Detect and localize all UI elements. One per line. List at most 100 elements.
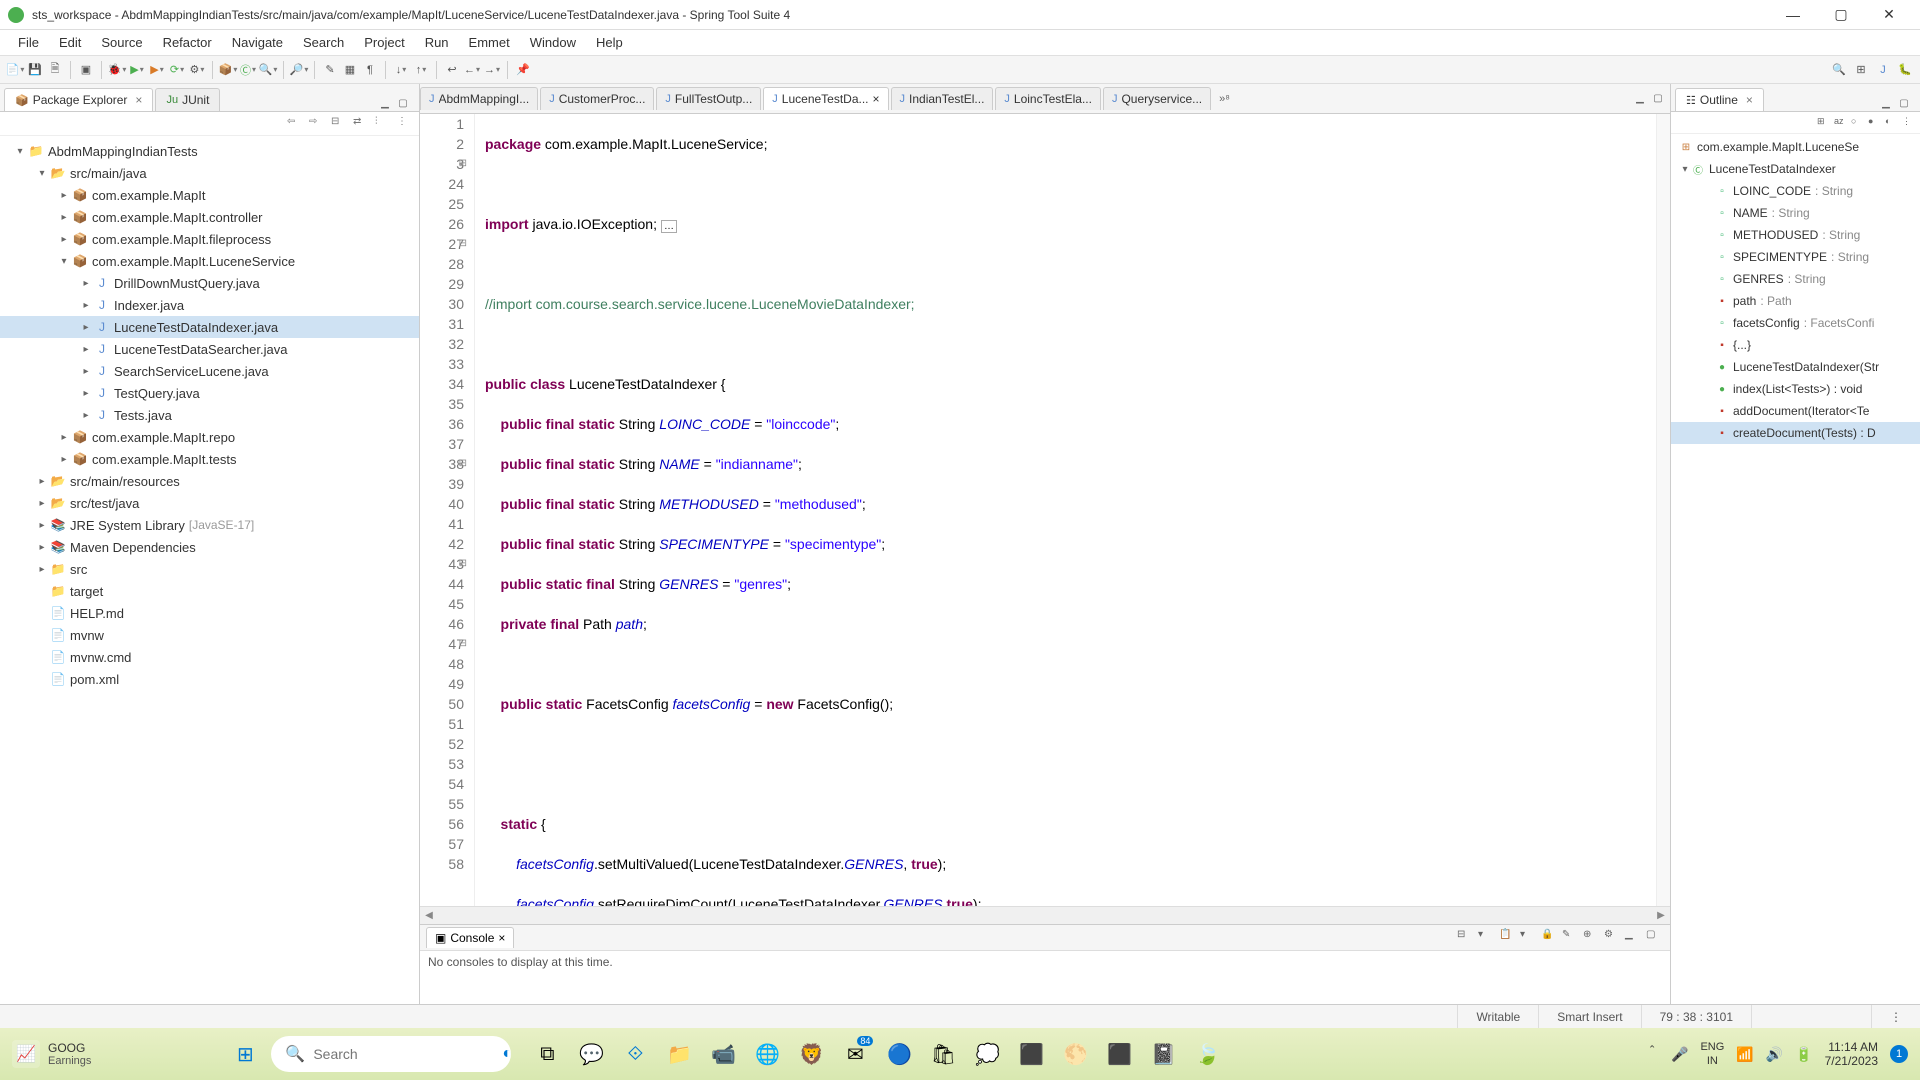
last-edit-button[interactable]: ↩ xyxy=(443,61,461,79)
package-node[interactable]: ▾📦com.example.MapIt.LuceneService xyxy=(0,250,419,272)
menu-edit[interactable]: Edit xyxy=(49,33,91,52)
editor-tab-active[interactable]: JLuceneTestDa...× xyxy=(763,87,888,110)
close-icon[interactable]: × xyxy=(135,93,142,107)
terminal-icon[interactable]: ⬛ xyxy=(1099,1034,1139,1074)
prev-annotation-button[interactable]: ↑ xyxy=(412,61,430,79)
meet-icon[interactable]: 📹 xyxy=(703,1034,743,1074)
notepad-icon[interactable]: 📓 xyxy=(1143,1034,1183,1074)
console-btn[interactable]: 🔒 xyxy=(1541,929,1559,947)
console-btn[interactable]: ⚙ xyxy=(1604,929,1622,947)
teams-icon[interactable]: 💬 xyxy=(571,1034,611,1074)
src-main-java-node[interactable]: ▾📂src/main/java xyxy=(0,162,419,184)
maximize-outline-icon[interactable]: ▢ xyxy=(1896,95,1912,111)
overview-ruler[interactable] xyxy=(1656,114,1670,906)
file-node[interactable]: 📄mvnw.cmd xyxy=(0,646,419,668)
next-annotation-button[interactable]: ↓ xyxy=(392,61,410,79)
minimize-console-icon[interactable]: ▁ xyxy=(1625,929,1643,947)
minimize-outline-icon[interactable]: ▁ xyxy=(1878,95,1894,111)
toggle-mark-button[interactable]: ✎ xyxy=(321,61,339,79)
chrome-beta-icon[interactable]: 🌕 xyxy=(1055,1034,1095,1074)
notifications-icon[interactable]: 1 xyxy=(1890,1045,1908,1063)
console-btn[interactable]: ⊕ xyxy=(1583,929,1601,947)
back-nav-icon[interactable]: ⇦ xyxy=(287,116,303,132)
outline-btn[interactable]: ⊞ xyxy=(1817,116,1831,130)
debug-button[interactable]: 🐞 xyxy=(108,61,126,79)
close-button[interactable]: ✕ xyxy=(1866,1,1912,29)
menu-file[interactable]: File xyxy=(8,33,49,52)
store-icon[interactable]: 🛍 xyxy=(923,1034,963,1074)
coverage-button[interactable]: ▶ xyxy=(148,61,166,79)
language-indicator[interactable]: ENGIN xyxy=(1700,1040,1724,1068)
outline-field[interactable]: ▫SPECIMENTYPE: String xyxy=(1671,246,1920,268)
package-node[interactable]: ▸📦com.example.MapIt xyxy=(0,184,419,206)
taskbar-widget[interactable]: 📈 GOOGEarnings xyxy=(12,1040,91,1068)
explorer-icon[interactable]: 📁 xyxy=(659,1034,699,1074)
menu-emmet[interactable]: Emmet xyxy=(459,33,520,52)
new-class-button[interactable]: Ⓒ xyxy=(239,61,257,79)
console-btn[interactable]: 📋 xyxy=(1499,929,1517,947)
minimize-view-icon[interactable]: ▁ xyxy=(377,95,393,111)
task-view-icon[interactable]: ⧉ xyxy=(527,1034,567,1074)
console-btn[interactable]: ⊟ xyxy=(1457,929,1475,947)
mail-icon[interactable]: ✉ xyxy=(835,1034,875,1074)
search-input[interactable] xyxy=(313,1046,494,1062)
block-select-button[interactable]: ▦ xyxy=(341,61,359,79)
clock[interactable]: 11:14 AM7/21/2023 xyxy=(1825,1040,1878,1068)
search-button[interactable]: 🔎 xyxy=(290,61,308,79)
project-node[interactable]: ▾📁AbdmMappingIndianTests xyxy=(0,140,419,162)
filters-icon[interactable]: ⫶ xyxy=(375,116,391,132)
tray-chevron-icon[interactable]: ＾ xyxy=(1645,1044,1659,1064)
pin-button[interactable]: 📌 xyxy=(514,61,532,79)
terminal-button[interactable]: ▣ xyxy=(77,61,95,79)
outline-field[interactable]: ▫METHODUSED: String xyxy=(1671,224,1920,246)
menu-run[interactable]: Run xyxy=(415,33,459,52)
status-menu[interactable]: ⋮ xyxy=(1871,1005,1920,1028)
code-area[interactable]: package com.example.MapIt.LuceneService;… xyxy=(475,114,1656,906)
java-file-node[interactable]: ▸JTestQuery.java xyxy=(0,382,419,404)
console-btn[interactable]: ✎ xyxy=(1562,929,1580,947)
menu-source[interactable]: Source xyxy=(91,33,152,52)
messenger-icon[interactable]: 💭 xyxy=(967,1034,1007,1074)
package-node[interactable]: ▸📦com.example.MapIt.controller xyxy=(0,206,419,228)
outline-package[interactable]: ⊞com.example.MapIt.LuceneSe xyxy=(1671,136,1920,158)
whitespace-button[interactable]: ¶ xyxy=(361,61,379,79)
package-node[interactable]: ▸📦com.example.MapIt.fileprocess xyxy=(0,228,419,250)
outline-btn[interactable]: ○ xyxy=(1851,116,1865,130)
editor-tab[interactable]: JQueryservice... xyxy=(1103,87,1211,110)
external-button[interactable]: ⚙ xyxy=(188,61,206,79)
java-file-node[interactable]: ▸JSearchServiceLucene.java xyxy=(0,360,419,382)
jre-library-node[interactable]: ▸📚JRE System Library[JavaSE-17] xyxy=(0,514,419,536)
file-node[interactable]: 📄HELP.md xyxy=(0,602,419,624)
java-file-node[interactable]: ▸JIndexer.java xyxy=(0,294,419,316)
editor-hscroll[interactable]: ◀▶ xyxy=(420,906,1670,924)
menu-refactor[interactable]: Refactor xyxy=(153,33,222,52)
tab-outline[interactable]: ☷Outline× xyxy=(1675,88,1764,111)
close-icon[interactable]: × xyxy=(1746,93,1753,107)
maximize-view-icon[interactable]: ▢ xyxy=(395,95,411,111)
run-button[interactable]: ▶ xyxy=(128,61,146,79)
package-node[interactable]: ▸📦com.example.MapIt.tests xyxy=(0,448,419,470)
editor-tab[interactable]: JIndianTestEl... xyxy=(891,87,994,110)
start-button[interactable]: ⊞ xyxy=(227,1036,263,1072)
view-menu-icon[interactable]: ⋮ xyxy=(397,116,413,132)
outline-static-init[interactable]: ▪{...} xyxy=(1671,334,1920,356)
file-node[interactable]: 📄pom.xml xyxy=(0,668,419,690)
spring-icon[interactable]: 🍃 xyxy=(1187,1034,1227,1074)
app-icon[interactable]: ⬛ xyxy=(1011,1034,1051,1074)
outline-constructor[interactable]: ●LuceneTestDataIndexer(Str xyxy=(1671,356,1920,378)
outline-field[interactable]: ▫NAME: String xyxy=(1671,202,1920,224)
forward-nav-icon[interactable]: ⇨ xyxy=(309,116,325,132)
menu-search[interactable]: Search xyxy=(293,33,354,52)
outline-field[interactable]: ▫facetsConfig: FacetsConfi xyxy=(1671,312,1920,334)
console-btn[interactable]: ▾ xyxy=(1520,929,1538,947)
maximize-console-icon[interactable]: ▢ xyxy=(1646,929,1664,947)
chrome-icon[interactable]: 🔵 xyxy=(879,1034,919,1074)
new-package-button[interactable]: 📦 xyxy=(219,61,237,79)
tab-package-explorer[interactable]: 📦Package Explorer× xyxy=(4,88,153,111)
outline-tree[interactable]: ⊞com.example.MapIt.LuceneSe ▾ⒸLuceneTest… xyxy=(1671,134,1920,1004)
editor-tab[interactable]: JAbdmMappingI... xyxy=(420,87,538,110)
new-button[interactable]: 📄 xyxy=(6,61,24,79)
forward-button[interactable]: → xyxy=(483,61,501,79)
copilot-icon[interactable]: ◐ xyxy=(502,1045,512,1063)
collapse-all-icon[interactable]: ⊟ xyxy=(331,116,347,132)
